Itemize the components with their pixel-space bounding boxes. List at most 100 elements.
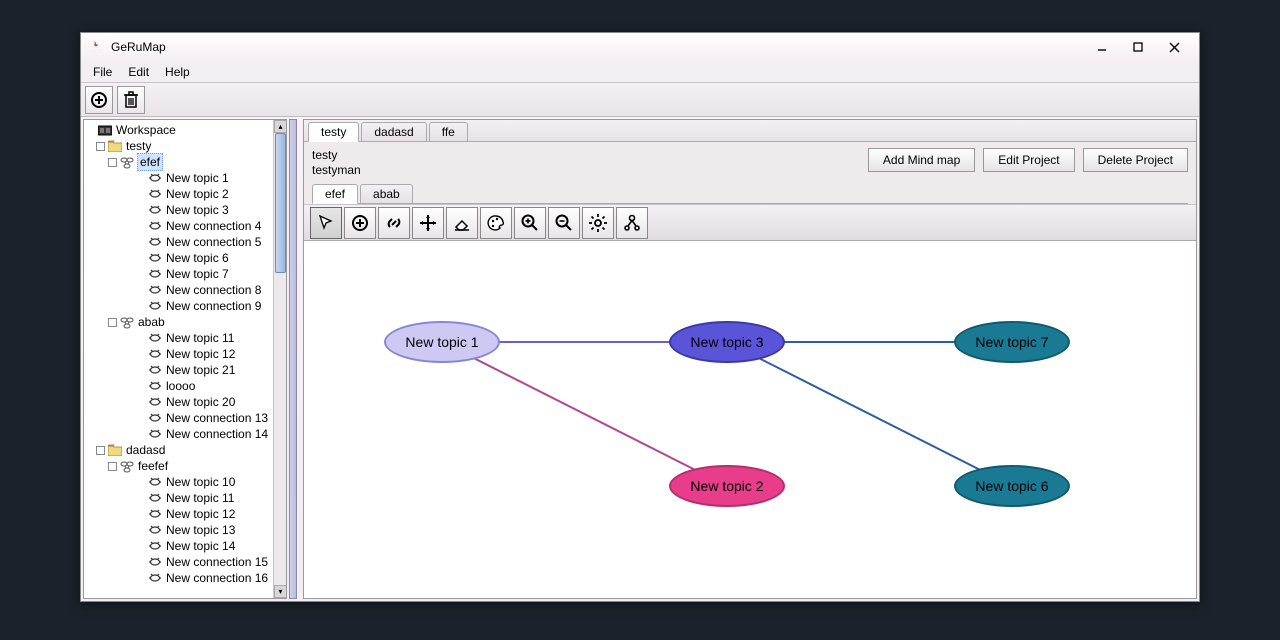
tree-label: New connection 8 xyxy=(165,282,262,298)
tree-icon xyxy=(147,218,163,234)
tree-item[interactable]: New connection 9 xyxy=(86,298,273,314)
add-node-tool[interactable] xyxy=(344,207,376,239)
mindmap-node[interactable]: New topic 1 xyxy=(384,321,500,363)
tree-item[interactable]: New topic 6 xyxy=(86,250,273,266)
tree-label: New connection 5 xyxy=(165,234,262,250)
split-handle[interactable] xyxy=(289,119,297,599)
tree-item[interactable]: New topic 21 xyxy=(86,362,273,378)
mindmap-edge[interactable] xyxy=(727,342,1012,486)
tree-label: Workspace xyxy=(115,122,177,138)
tree-label: New topic 12 xyxy=(165,346,236,362)
delete-project-button[interactable]: Delete Project xyxy=(1083,148,1188,172)
map-tab-abab[interactable]: abab xyxy=(360,184,413,203)
mindmap-canvas[interactable]: New topic 1 New topic 2 New topic 3 New top… xyxy=(304,241,1196,598)
add-button[interactable] xyxy=(85,86,113,114)
project-name: testy xyxy=(312,148,361,163)
tree-item[interactable]: New connection 4 xyxy=(86,218,273,234)
tree-label: New topic 2 xyxy=(165,186,230,202)
tree-icon xyxy=(147,426,163,442)
map-efef[interactable]: efef xyxy=(86,154,273,170)
tree-label: New topic 11 xyxy=(165,490,235,506)
tree-item[interactable]: New connection 5 xyxy=(86,234,273,250)
tree-item[interactable]: New topic 2 xyxy=(86,186,273,202)
tree-label: efef xyxy=(137,153,163,171)
mindmap-node[interactable]: New topic 6 xyxy=(954,465,1070,507)
tree-label: New topic 1 xyxy=(165,170,230,186)
center-tool[interactable] xyxy=(616,207,648,239)
palette-tool[interactable] xyxy=(480,207,512,239)
menu-file[interactable]: File xyxy=(85,63,120,81)
menu-edit[interactable]: Edit xyxy=(120,63,157,81)
tree-label: New connection 16 xyxy=(165,570,269,586)
tree-label: dadasd xyxy=(125,442,166,458)
mindmap-node[interactable]: New topic 2 xyxy=(669,465,785,507)
add-mindmap-button[interactable]: Add Mind map xyxy=(868,148,975,172)
workspace-root[interactable]: Workspace xyxy=(86,122,273,138)
tree-item[interactable]: New connection 8 xyxy=(86,282,273,298)
tree-label: New connection 15 xyxy=(165,554,269,570)
zoom-in-tool[interactable] xyxy=(514,207,546,239)
mindmap-edge[interactable] xyxy=(442,342,727,486)
tree-item[interactable]: New topic 11 xyxy=(86,330,273,346)
tree-item[interactable]: New topic 1 xyxy=(86,170,273,186)
scroll-up-button[interactable]: ▴ xyxy=(274,120,287,133)
tree-label: loooo xyxy=(165,378,196,394)
scroll-down-button[interactable]: ▾ xyxy=(274,585,287,598)
app-window: GeRuMap File Edit Help Workspacetestyefe… xyxy=(80,32,1200,602)
expand-handle[interactable] xyxy=(108,318,117,327)
tree-item[interactable]: New topic 14 xyxy=(86,538,273,554)
project-tab-testy[interactable]: testy xyxy=(308,122,359,142)
link-tool[interactable] xyxy=(378,207,410,239)
tree-item[interactable]: New connection 13 xyxy=(86,410,273,426)
edit-project-button[interactable]: Edit Project xyxy=(983,148,1074,172)
tree-label: abab xyxy=(137,314,166,330)
workspace-tree[interactable]: WorkspacetestyefefNew topic 1New topic 2… xyxy=(84,120,273,598)
tree-item[interactable]: New topic 12 xyxy=(86,506,273,522)
scroll-thumb[interactable] xyxy=(275,133,286,273)
tree-icon xyxy=(147,362,163,378)
tree-item[interactable]: New connection 15 xyxy=(86,554,273,570)
map-feefef[interactable]: feefef xyxy=(86,458,273,474)
tree-item[interactable]: New topic 12 xyxy=(86,346,273,362)
close-button[interactable] xyxy=(1157,36,1191,58)
tree-icon xyxy=(147,282,163,298)
mindmap-node[interactable]: New topic 3 xyxy=(669,321,785,363)
tree-item[interactable]: New topic 11 xyxy=(86,490,273,506)
map-abab[interactable]: abab xyxy=(86,314,273,330)
tree-label: New topic 20 xyxy=(165,394,236,410)
move-tool[interactable] xyxy=(412,207,444,239)
tree-item[interactable]: New connection 14 xyxy=(86,426,273,442)
zoom-out-tool[interactable] xyxy=(548,207,580,239)
tree-item[interactable]: New topic 13 xyxy=(86,522,273,538)
map-tab-efef[interactable]: efef xyxy=(312,184,358,204)
tree-item[interactable]: New topic 20 xyxy=(86,394,273,410)
project-tab-dadasd[interactable]: dadasd xyxy=(361,122,426,141)
maximize-button[interactable] xyxy=(1121,36,1155,58)
menu-help[interactable]: Help xyxy=(157,63,198,81)
select-tool[interactable] xyxy=(310,207,342,239)
tree-item[interactable]: New topic 7 xyxy=(86,266,273,282)
expand-handle[interactable] xyxy=(96,446,105,455)
tree-icon xyxy=(119,314,135,330)
project-testy[interactable]: testy xyxy=(86,138,273,154)
project-dadasd[interactable]: dadasd xyxy=(86,442,273,458)
expand-handle[interactable] xyxy=(96,142,105,151)
tree-icon xyxy=(147,202,163,218)
tree-item[interactable]: New connection 16 xyxy=(86,570,273,586)
expand-handle[interactable] xyxy=(108,158,117,167)
mindmap-node[interactable]: New topic 7 xyxy=(954,321,1070,363)
window-title: GeRuMap xyxy=(111,40,1083,54)
tree-label: New topic 13 xyxy=(165,522,236,538)
tree-scrollbar[interactable]: ▴ ▾ xyxy=(273,120,286,598)
settings-tool[interactable] xyxy=(582,207,614,239)
delete-button[interactable] xyxy=(117,86,145,114)
project-meta: testy testyman xyxy=(312,146,361,182)
expand-handle[interactable] xyxy=(108,462,117,471)
project-tab-ffe[interactable]: ffe xyxy=(429,122,468,141)
minimize-button[interactable] xyxy=(1085,36,1119,58)
tree-item[interactable]: New topic 3 xyxy=(86,202,273,218)
tree-icon xyxy=(147,234,163,250)
tree-item[interactable]: New topic 10 xyxy=(86,474,273,490)
erase-tool[interactable] xyxy=(446,207,478,239)
tree-item[interactable]: loooo xyxy=(86,378,273,394)
